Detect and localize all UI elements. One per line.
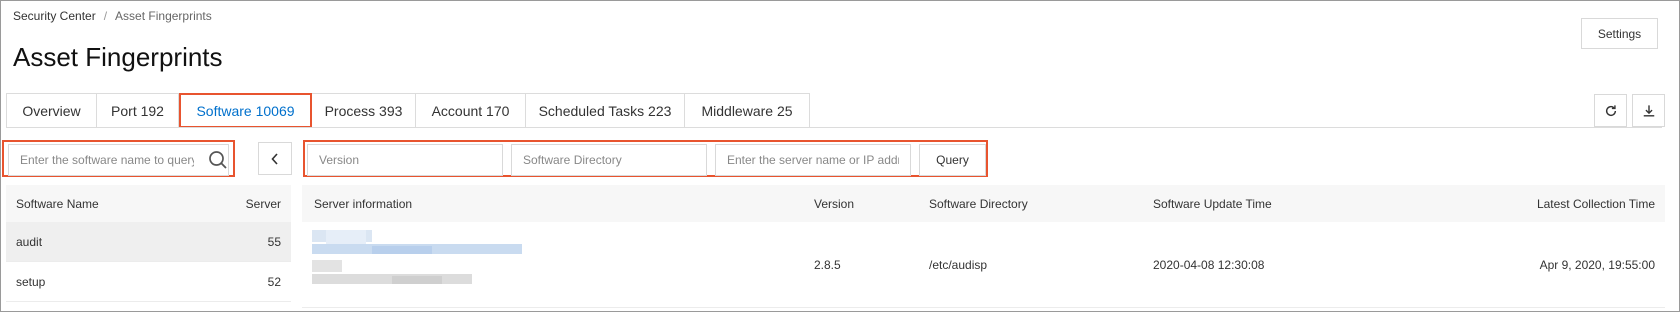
table-row: 2.8.5 /etc/audisp 2020-04-08 12:30:08 Ap… bbox=[302, 222, 1665, 308]
tab-account[interactable]: Account 170 bbox=[416, 93, 526, 128]
chevron-left-icon bbox=[271, 152, 278, 165]
software-name-column-header[interactable]: Software Name bbox=[16, 197, 99, 211]
version-column-header: Version bbox=[814, 197, 855, 211]
collapse-panel-button[interactable] bbox=[258, 142, 292, 175]
breadcrumb-parent[interactable]: Security Center bbox=[13, 9, 96, 23]
tab-software[interactable]: Software 10069 bbox=[179, 93, 312, 128]
version-value: 2.8.5 bbox=[814, 258, 841, 272]
software-search-input[interactable] bbox=[8, 144, 229, 176]
server-count: 55 bbox=[267, 235, 281, 249]
breadcrumb: Security Center / Asset Fingerprints bbox=[13, 9, 212, 23]
refresh-button[interactable] bbox=[1594, 94, 1627, 127]
query-button[interactable]: Query bbox=[919, 144, 986, 176]
breadcrumb-current: Asset Fingerprints bbox=[115, 9, 212, 23]
software-name: setup bbox=[16, 275, 46, 289]
settings-button[interactable]: Settings bbox=[1581, 18, 1658, 49]
tab-process[interactable]: Process 393 bbox=[312, 93, 416, 128]
breadcrumb-separator: / bbox=[103, 9, 108, 23]
refresh-icon bbox=[1605, 104, 1616, 116]
page-title: Asset Fingerprints bbox=[13, 42, 223, 72]
tab-scheduled-tasks[interactable]: Scheduled Tasks 223 bbox=[526, 93, 685, 128]
server-column-header[interactable]: Server bbox=[246, 197, 281, 211]
version-filter-input[interactable] bbox=[307, 144, 503, 176]
tab-bar: Overview Port 192 Software 10069 Process… bbox=[6, 93, 810, 128]
directory-value: /etc/audisp bbox=[929, 258, 988, 272]
directory-filter-input[interactable] bbox=[511, 144, 707, 176]
server-info-column-header: Server information bbox=[314, 197, 413, 211]
server-filter-input[interactable] bbox=[715, 144, 911, 176]
server-information-redacted[interactable] bbox=[312, 230, 532, 290]
list-item[interactable]: audit 55 bbox=[6, 222, 291, 262]
tab-port[interactable]: Port 192 bbox=[97, 93, 179, 128]
software-name: audit bbox=[16, 235, 43, 249]
tab-divider bbox=[6, 127, 1662, 128]
server-count: 52 bbox=[267, 275, 281, 289]
update-time-value: 2020-04-08 12:30:08 bbox=[1153, 258, 1265, 272]
update-time-column-header: Software Update Time bbox=[1153, 197, 1272, 211]
directory-column-header: Software Directory bbox=[929, 197, 1028, 211]
download-icon bbox=[1643, 104, 1654, 117]
tab-overview[interactable]: Overview bbox=[6, 93, 97, 128]
search-icon[interactable] bbox=[208, 150, 228, 170]
detail-table-header: Server information Version Software Dire… bbox=[302, 185, 1665, 222]
software-list-header: Software Name Server bbox=[6, 185, 291, 222]
tab-middleware[interactable]: Middleware 25 bbox=[685, 93, 810, 128]
collection-time-value: Apr 9, 2020, 19:55:00 bbox=[1539, 258, 1655, 272]
list-item[interactable]: setup 52 bbox=[6, 262, 291, 302]
collection-time-column-header: Latest Collection Time bbox=[1536, 197, 1655, 211]
download-button[interactable] bbox=[1632, 94, 1665, 127]
